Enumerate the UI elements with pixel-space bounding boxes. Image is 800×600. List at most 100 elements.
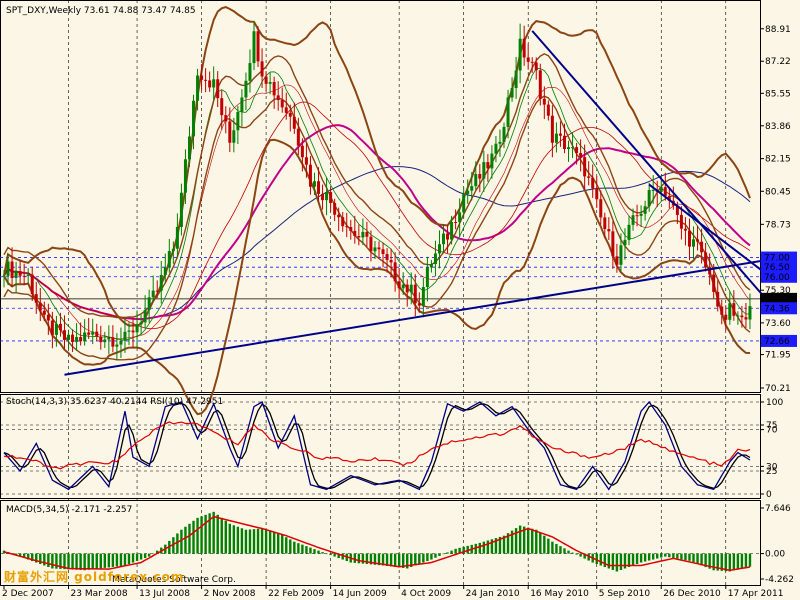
macd-hist-bar — [276, 532, 280, 554]
candle-body — [91, 331, 95, 335]
macd-hist-bar — [353, 553, 357, 563]
macd-hist-bar — [744, 553, 748, 568]
candle-body — [236, 111, 240, 131]
candle-body — [591, 177, 595, 189]
macd-hist-bar — [635, 553, 639, 565]
candle-body — [187, 136, 191, 160]
macd-hist-bar — [240, 528, 244, 554]
candle-body — [123, 331, 127, 341]
macd-hist-bar — [551, 541, 554, 554]
candle-body — [228, 121, 232, 143]
time-tick-label: 14 Jun 2009 — [333, 589, 387, 599]
macd-hist-bar — [107, 553, 111, 568]
candle-body — [470, 186, 474, 191]
candle-body — [405, 284, 409, 293]
candle-body — [196, 75, 200, 101]
candle-body — [498, 141, 502, 144]
macd-hist-bar — [543, 535, 546, 554]
candle-body — [687, 230, 691, 247]
candle-body — [720, 306, 724, 315]
macd-hist-bar — [143, 553, 147, 559]
candle-body — [337, 214, 341, 218]
candle-body — [603, 217, 607, 230]
candle-body — [631, 215, 635, 225]
candle-body — [54, 323, 58, 335]
candle-body — [494, 143, 498, 154]
candle-body — [107, 337, 111, 340]
candle-body — [450, 221, 454, 240]
candle-body — [611, 231, 615, 257]
macd-hist-bar — [531, 528, 534, 554]
candle-body — [34, 294, 38, 303]
candle-body — [736, 315, 740, 317]
candle-body — [204, 79, 208, 81]
candle-body — [454, 221, 458, 223]
macd-hist-bar — [268, 530, 272, 554]
candle-body — [288, 112, 292, 117]
candle-body — [365, 231, 369, 237]
macd-hist-bar — [603, 553, 607, 568]
macd-tick-label: -4.262 — [765, 575, 794, 585]
macd-hist-bar — [95, 553, 98, 569]
candle-body — [639, 213, 643, 216]
candle-body — [728, 303, 732, 320]
candle-body — [413, 284, 417, 304]
macd-hist-bar — [599, 553, 602, 566]
candle-body — [131, 330, 135, 333]
candle-body — [179, 192, 183, 227]
candle-body — [417, 303, 421, 306]
candle-body — [26, 274, 30, 276]
macd-hist-bar — [297, 543, 300, 554]
candle-body — [147, 297, 151, 311]
macd-hist-bar — [99, 553, 102, 569]
candle-body — [321, 193, 325, 201]
macd-hist-bar — [397, 553, 401, 568]
macd-hist-bar — [539, 532, 542, 554]
candle-body — [502, 126, 506, 142]
macd-hist-bar — [454, 548, 457, 554]
macd-hist-bar — [664, 553, 667, 557]
macd-hist-bar — [91, 553, 94, 570]
macd-hist-bar — [740, 553, 744, 569]
candle-body — [115, 344, 119, 347]
macd-hist-bar — [43, 553, 46, 566]
macd-hist-bar — [293, 541, 296, 554]
candle-body — [171, 248, 175, 252]
candle-body — [345, 226, 349, 228]
macd-hist-bar — [389, 553, 393, 567]
macd-hist-bar — [244, 529, 248, 554]
macd-hist-bar — [486, 540, 490, 554]
candle-body — [248, 63, 252, 81]
candle-body — [111, 337, 115, 347]
stoch-tick-label: 100 — [766, 398, 783, 408]
price-tick-label: 87.22 — [765, 57, 791, 67]
macd-hist-bar — [200, 516, 203, 554]
candle-body — [692, 239, 696, 247]
candle-body — [599, 199, 603, 218]
macd-hist-bar — [623, 553, 627, 569]
macd-hist-bar — [611, 553, 615, 570]
macd-hist-bar — [260, 528, 264, 554]
macd-hist-bar — [651, 553, 655, 560]
macd-hist-bar — [272, 531, 276, 554]
candle-body — [200, 75, 204, 80]
candle-body — [724, 314, 728, 320]
price-tick-label: 83.86 — [765, 122, 791, 132]
macd-hist-bar — [220, 517, 223, 554]
candle-body — [325, 192, 329, 201]
time-tick-label: 24 Jan 2010 — [466, 589, 520, 599]
macd-hist-bar — [567, 550, 570, 554]
price-tick-label: 85.55 — [765, 89, 791, 99]
candle-body — [446, 233, 450, 240]
candle-body — [442, 233, 446, 245]
macd-hist-bar — [518, 525, 522, 554]
macd-hist-bar — [535, 529, 538, 554]
macd-hist-bar — [305, 546, 308, 554]
candle-body — [562, 135, 566, 150]
macd-hist-bar — [579, 553, 582, 557]
candle-body — [296, 128, 300, 146]
candle-body — [83, 332, 87, 342]
macd-hist-bar — [188, 523, 191, 554]
candle-body — [292, 116, 296, 129]
chart-canvas[interactable]: 88.9187.2285.5583.8682.1580.4578.7377.00… — [0, 0, 800, 600]
